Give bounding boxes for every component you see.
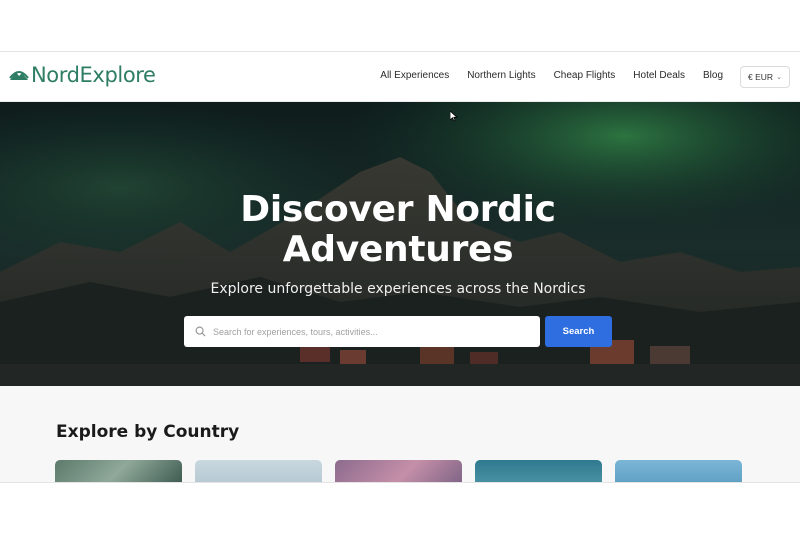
brand-name: NordExplore: [31, 63, 156, 87]
nav-item-blog[interactable]: Blog: [703, 70, 723, 81]
hero-title: Discover Nordic Adventures: [0, 190, 796, 270]
nav-item-all-experiences[interactable]: All Experiences: [380, 70, 449, 81]
nav-item-hotel-deals[interactable]: Hotel Deals: [633, 70, 685, 81]
currency-selector[interactable]: € EUR ⌄: [740, 66, 790, 88]
country-card[interactable]: [615, 460, 742, 482]
country-card[interactable]: [55, 460, 182, 482]
browser-viewport: NordExplore All Experiences Northern Lig…: [0, 51, 800, 483]
hero-banner: Discover Nordic Adventures Explore unforg…: [0, 102, 800, 386]
brand-logo[interactable]: NordExplore: [8, 63, 156, 87]
hero-subtitle: Explore unforgettable experiences across…: [210, 281, 586, 297]
mouse-cursor: [449, 109, 459, 127]
nav-item-cheap-flights[interactable]: Cheap Flights: [554, 70, 616, 81]
country-cards: [55, 460, 742, 482]
currency-label: € EUR: [748, 72, 774, 82]
country-card[interactable]: [195, 460, 322, 482]
hero-title-text: Discover Nordic Adventures: [240, 189, 556, 270]
search-input[interactable]: [213, 326, 523, 337]
search-bar[interactable]: [184, 316, 540, 347]
top-navigation: NordExplore All Experiences Northern Lig…: [0, 52, 800, 102]
search-button[interactable]: Search: [545, 316, 612, 347]
section-title-explore-by-country: Explore by Country: [56, 422, 240, 442]
nav-item-northern-lights[interactable]: Northern Lights: [467, 70, 535, 81]
mountain-icon: [8, 64, 30, 86]
chevron-down-icon: ⌄: [776, 74, 782, 81]
country-card[interactable]: [335, 460, 462, 482]
search-icon: [187, 326, 213, 337]
screen: NordExplore All Experiences Northern Lig…: [0, 0, 800, 534]
main-menu: All Experiences Northern Lights Cheap Fl…: [380, 70, 723, 81]
country-card[interactable]: [475, 460, 602, 482]
